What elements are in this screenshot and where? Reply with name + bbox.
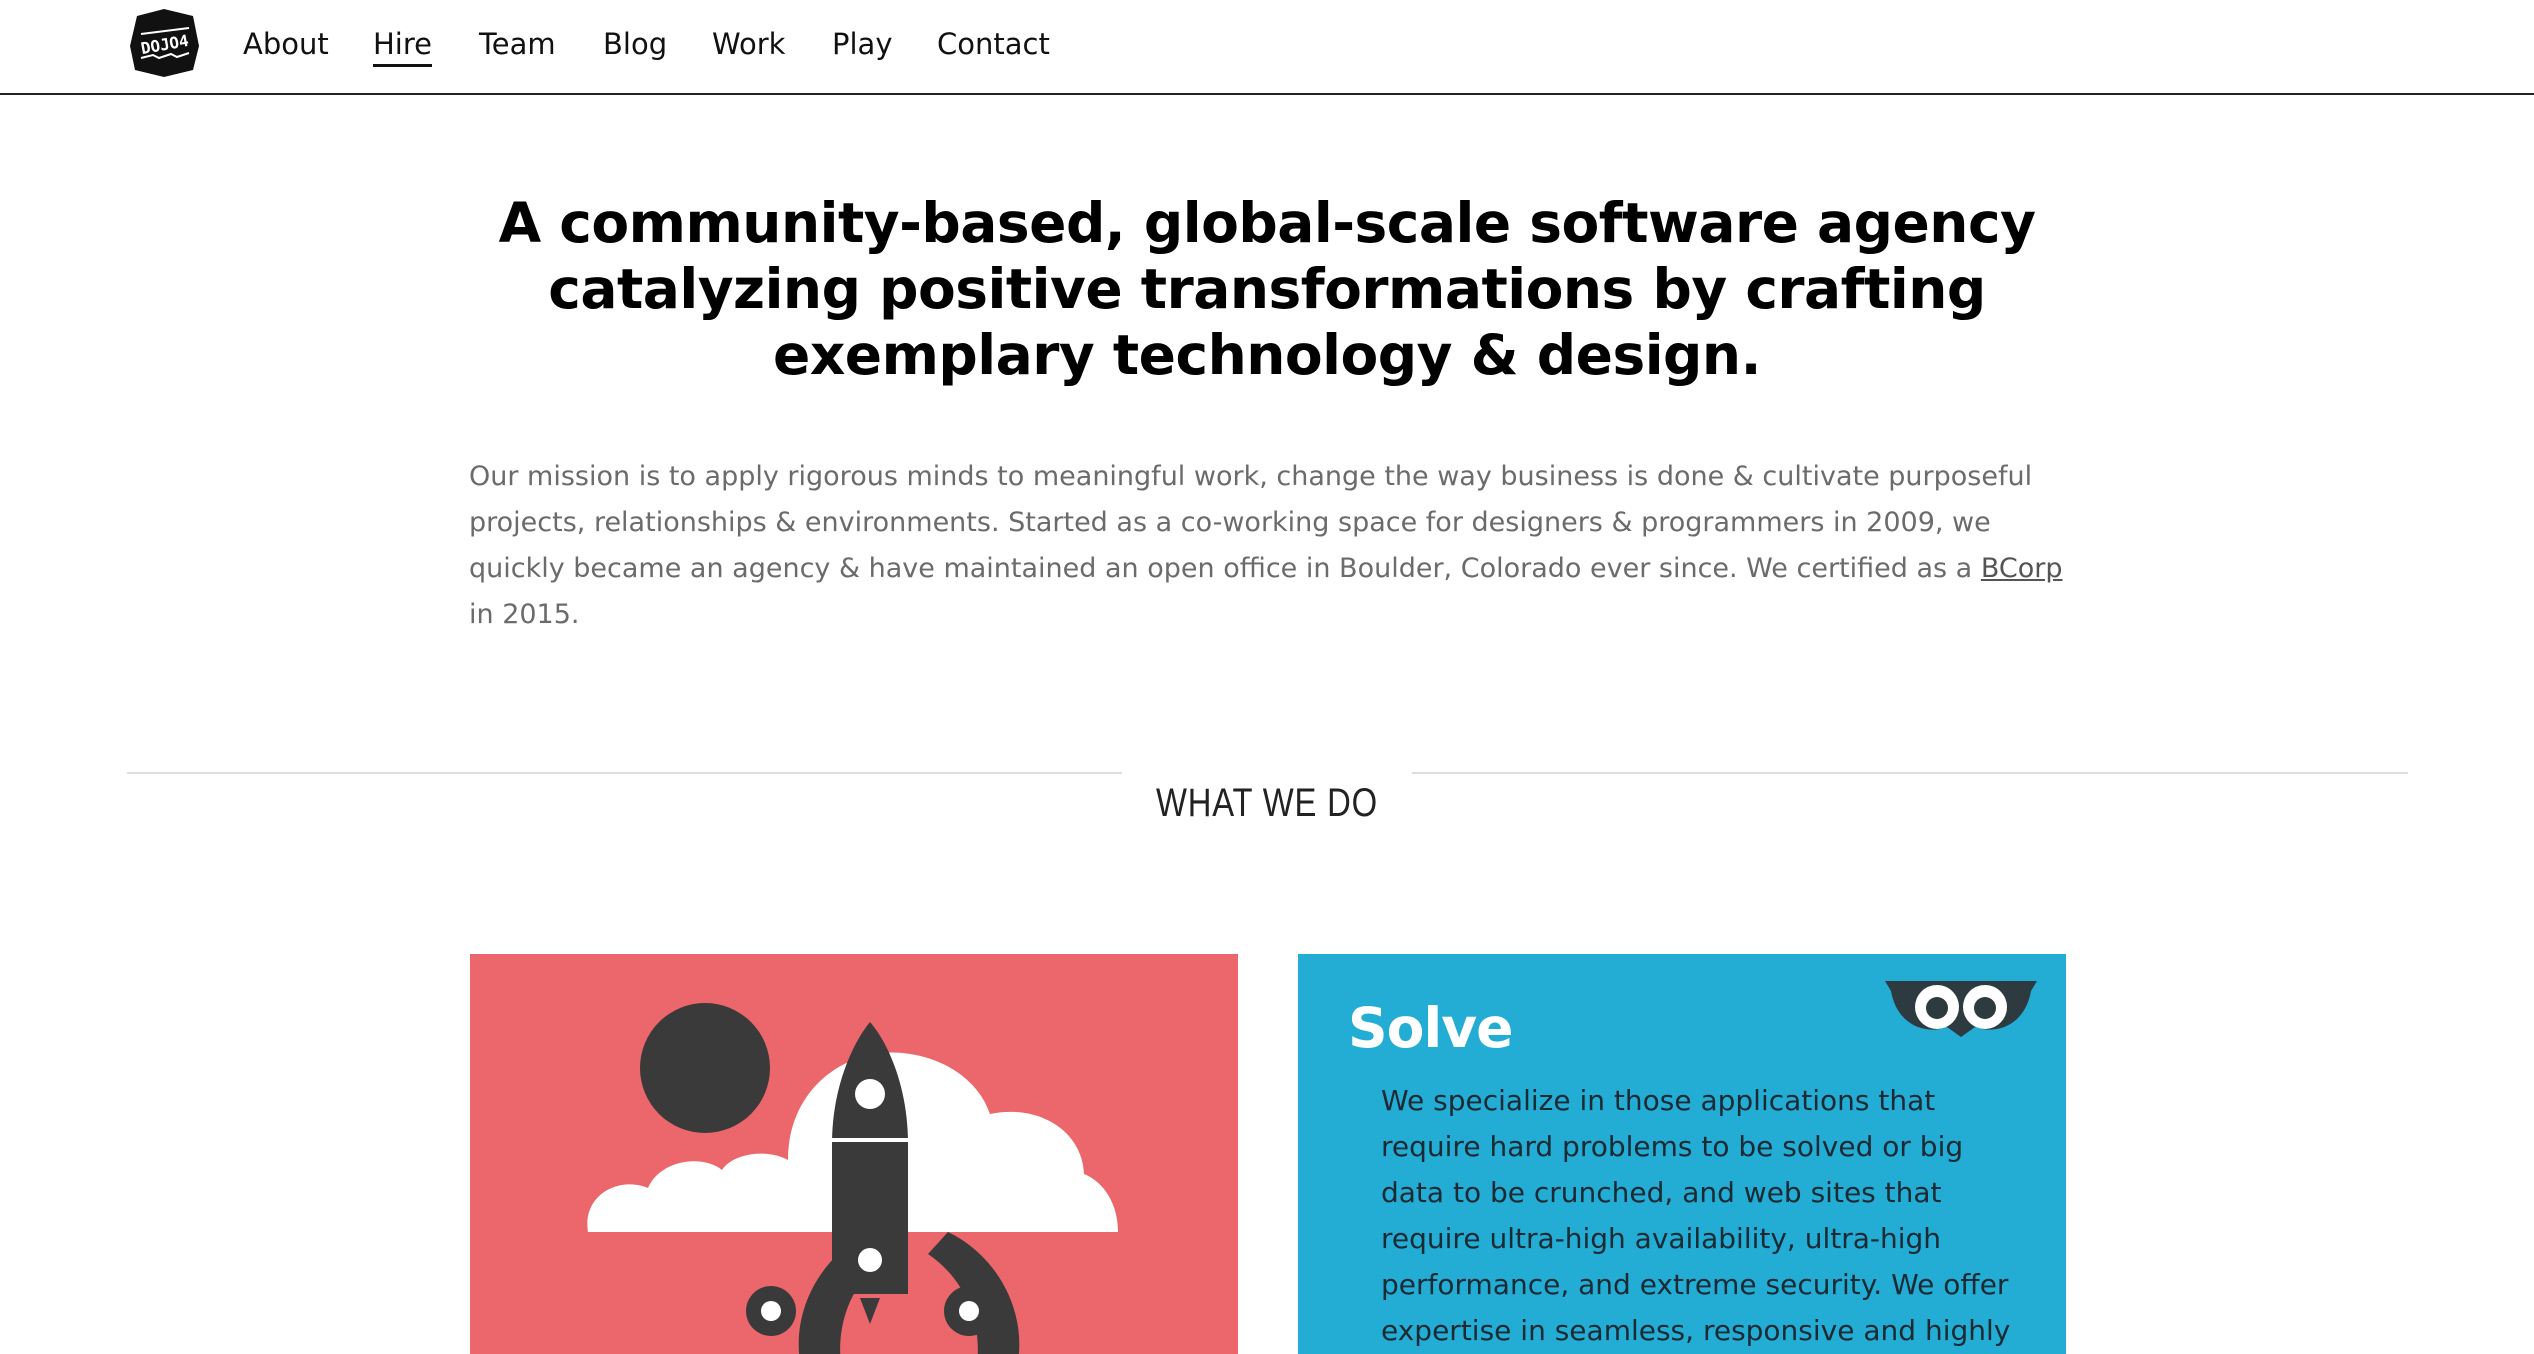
section-divider-left [127, 772, 1122, 774]
nav-play[interactable]: Play [832, 24, 892, 64]
mission-text: Our mission is to apply rigorous minds t… [469, 461, 2033, 584]
nav-contact[interactable]: Contact [937, 24, 1050, 64]
bcorp-link[interactable]: BCorp [1981, 553, 2063, 584]
nav-team[interactable]: Team [479, 24, 556, 64]
rocket-illustration [587, 1003, 1118, 1354]
rocket-card [470, 954, 1238, 1354]
nav-about[interactable]: About [243, 24, 329, 64]
nav-blog[interactable]: Blog [603, 24, 667, 64]
section-title: WHAT WE DO [1155, 781, 1378, 826]
mission-text-end: in 2015. [469, 599, 580, 630]
solve-card: Solve We specialize in those application… [1298, 954, 2066, 1354]
solve-title: Solve [1348, 996, 1513, 1060]
nav-hire[interactable]: Hire [373, 24, 432, 67]
mission-paragraph: Our mission is to apply rigorous minds t… [469, 454, 2069, 638]
nav-work[interactable]: Work [712, 24, 785, 64]
section-divider-right [1412, 772, 2408, 774]
top-navigation-bar: DOJO4 About Hire Team Blog Work Play Con… [0, 0, 2534, 95]
owl-eyes-icon [1885, 981, 2037, 1037]
hero-headline: A community-based, global-scale software… [498, 191, 2036, 387]
dojo4-logo[interactable]: DOJO4 [127, 6, 202, 79]
dojo4-logo-icon: DOJO4 [130, 9, 199, 77]
solve-description: We specialize in those applications that… [1381, 1084, 2011, 1347]
